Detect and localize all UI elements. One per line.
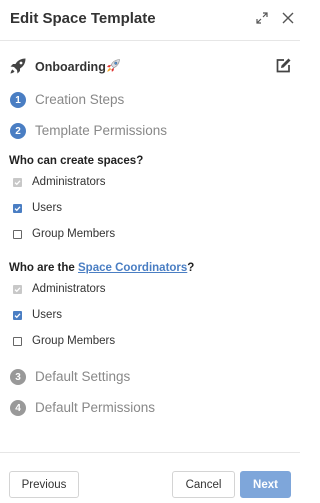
step-number-badge: 4 [10,400,26,416]
coordinators-option-group-members[interactable]: Group Members [13,334,213,348]
dialog-footer: Previous Cancel Next [0,452,300,503]
step-label: Creation Steps [35,92,125,107]
step-number-badge: 1 [10,92,26,108]
checkbox-disabled [13,285,22,294]
checkbox-disabled [13,178,22,187]
step-default-settings[interactable]: 3 Default Settings [10,369,280,389]
coordinators-option-users[interactable]: Users [13,308,213,322]
step-number-badge: 2 [10,123,26,139]
rocket-icon [9,57,27,80]
dialog-title: Edit Space Template [10,10,156,27]
option-label: Group Members [32,335,116,347]
template-row: Onboarding [9,55,294,79]
coordinators-question: Who are the Space Coordinators? [9,262,194,274]
coordinators-option-administrators: Administrators [13,282,213,296]
option-label: Administrators [32,176,106,188]
checkbox-checked[interactable] [13,204,22,213]
expand-icon[interactable] [254,10,270,26]
previous-button[interactable]: Previous [9,471,79,498]
option-label: Administrators [32,283,106,295]
option-label: Users [32,309,63,321]
step-creation-steps[interactable]: 1 Creation Steps [10,92,280,112]
rocket-emoji-icon [105,58,121,79]
edit-template-icon[interactable] [275,57,292,79]
close-icon[interactable] [280,10,296,26]
step-number-badge: 3 [10,369,26,385]
step-label: Template Permissions [35,123,168,138]
checkbox-unchecked[interactable] [13,337,22,346]
step-label: Default Permissions [35,400,156,415]
question-suffix: ? [187,262,195,274]
option-label: Group Members [32,228,116,240]
step-default-permissions[interactable]: 4 Default Permissions [10,400,280,420]
cancel-button[interactable]: Cancel [172,471,235,498]
option-label: Users [32,202,63,214]
create-spaces-option-users[interactable]: Users [13,201,213,215]
step-template-permissions[interactable]: 2 Template Permissions [10,123,280,143]
create-spaces-option-administrators: Administrators [13,175,213,189]
next-button[interactable]: Next [240,471,291,498]
template-name: Onboarding [35,60,106,74]
space-coordinators-link[interactable]: Space Coordinators [78,262,187,274]
checkbox-unchecked[interactable] [13,230,22,239]
question-prefix: Who are the [9,262,79,274]
checkbox-checked[interactable] [13,311,22,320]
create-spaces-question: Who can create spaces? [9,155,144,167]
dialog-header: Edit Space Template [0,0,300,41]
step-label: Default Settings [35,369,131,384]
create-spaces-option-group-members[interactable]: Group Members [13,227,213,241]
